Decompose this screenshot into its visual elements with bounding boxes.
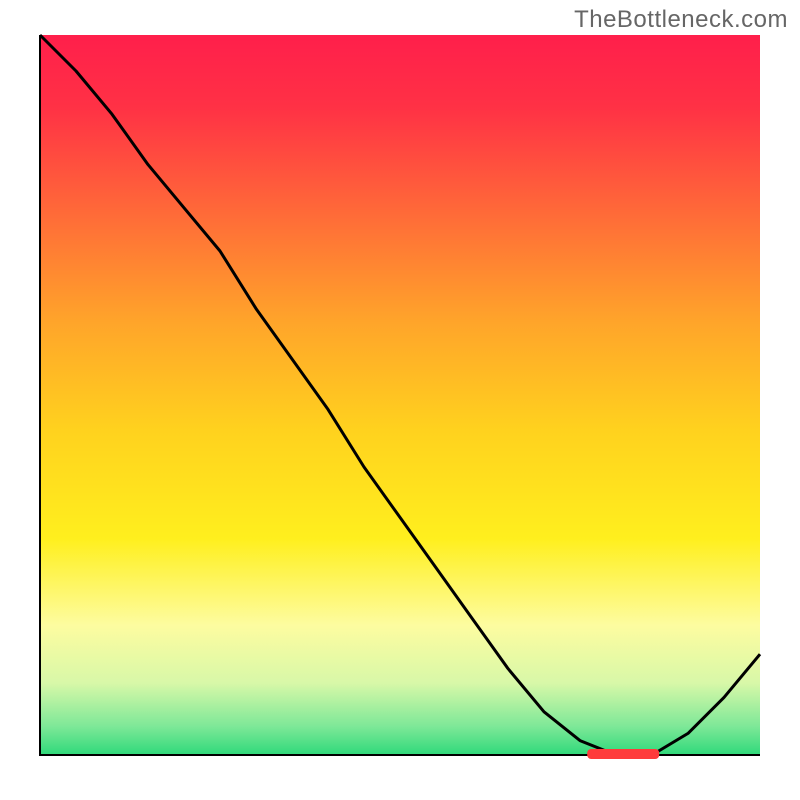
gradient-line-chart — [0, 0, 800, 800]
plot-background — [40, 35, 760, 755]
chart-frame: TheBottleneck.com — [0, 0, 800, 800]
min-marker — [587, 749, 659, 759]
watermark-text: TheBottleneck.com — [574, 6, 788, 34]
